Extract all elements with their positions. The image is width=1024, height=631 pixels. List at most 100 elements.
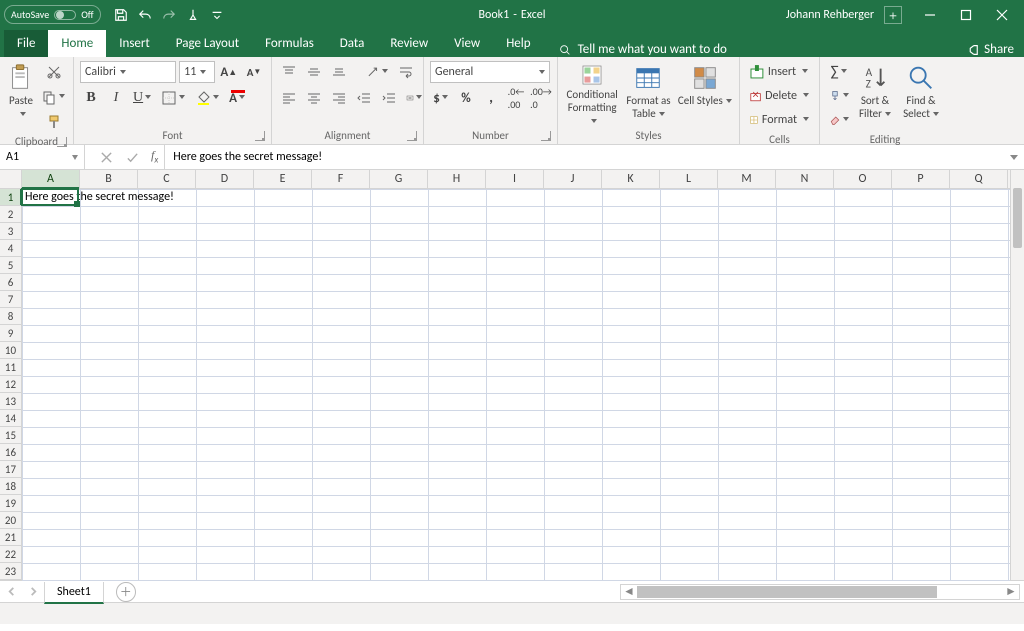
enter-formula-button[interactable] <box>119 145 145 169</box>
decrease-font-button[interactable]: A▼ <box>243 61 265 83</box>
row-header-12[interactable]: 12 <box>0 376 21 393</box>
row-header-5[interactable]: 5 <box>0 257 21 274</box>
col-header-A[interactable]: A <box>22 170 80 188</box>
tab-formulas[interactable]: Formulas <box>252 30 327 57</box>
vertical-scrollbar[interactable] <box>1010 170 1024 580</box>
col-header-H[interactable]: H <box>428 170 486 188</box>
row-header-18[interactable]: 18 <box>0 478 21 495</box>
font-size-combo[interactable]: 11 <box>179 61 214 83</box>
col-header-G[interactable]: G <box>370 170 428 188</box>
tab-page-layout[interactable]: Page Layout <box>163 30 252 57</box>
align-bottom-button[interactable] <box>328 61 350 83</box>
customize-qat-button[interactable] <box>209 7 225 23</box>
row-header-3[interactable]: 3 <box>0 223 21 240</box>
comma-format-button[interactable]: , <box>480 87 502 109</box>
insert-function-button[interactable]: fx <box>145 148 164 165</box>
tab-data[interactable]: Data <box>327 30 378 57</box>
tab-file[interactable]: File <box>4 30 48 57</box>
row-header-8[interactable]: 8 <box>0 308 21 325</box>
clear-button[interactable] <box>826 109 852 131</box>
font-dialog-launcher[interactable] <box>255 131 265 141</box>
autosum-button[interactable]: ∑ <box>826 61 852 83</box>
conditional-formatting-button[interactable]: Conditional Formatting <box>564 61 620 127</box>
italic-button[interactable]: I <box>105 87 127 109</box>
new-sheet-button[interactable]: ＋ <box>116 582 136 602</box>
col-header-F[interactable]: F <box>312 170 370 188</box>
fill-color-button[interactable] <box>192 87 223 109</box>
expand-formula-bar-button[interactable] <box>1004 145 1024 169</box>
tell-me-search[interactable]: Tell me what you want to do <box>558 42 727 57</box>
worksheet-grid[interactable]: ABCDEFGHIJKLMNOPQ 1234567891011121314151… <box>0 170 1024 580</box>
align-center-button[interactable] <box>303 87 325 109</box>
col-header-O[interactable]: O <box>834 170 892 188</box>
autosave-toggle[interactable]: AutoSave Off <box>4 5 101 24</box>
number-dialog-launcher[interactable] <box>541 131 551 141</box>
row-header-14[interactable]: 14 <box>0 410 21 427</box>
name-box-dropdown[interactable] <box>72 155 78 160</box>
tab-review[interactable]: Review <box>377 30 441 57</box>
sort-filter-button[interactable]: AZ Sort & Filter <box>852 61 898 127</box>
underline-button[interactable]: U <box>130 87 155 109</box>
save-button[interactable] <box>113 7 129 23</box>
row-header-4[interactable]: 4 <box>0 240 21 257</box>
percent-format-button[interactable]: % <box>455 87 477 109</box>
sheet-nav-prev[interactable] <box>4 585 18 599</box>
share-button[interactable]: Share <box>955 42 1024 57</box>
horizontal-scrollbar[interactable]: ◄► <box>620 584 1020 600</box>
accounting-format-button[interactable]: $ <box>430 87 452 109</box>
close-button[interactable] <box>984 0 1020 29</box>
col-header-N[interactable]: N <box>776 170 834 188</box>
decrease-indent-button[interactable] <box>353 87 375 109</box>
maximize-button[interactable] <box>948 0 984 29</box>
col-header-D[interactable]: D <box>196 170 254 188</box>
tab-help[interactable]: Help <box>493 30 543 57</box>
cancel-formula-button[interactable] <box>93 145 119 169</box>
col-header-E[interactable]: E <box>254 170 312 188</box>
row-header-10[interactable]: 10 <box>0 342 21 359</box>
align-right-button[interactable] <box>328 87 350 109</box>
formula-input[interactable] <box>165 145 1004 169</box>
align-top-button[interactable] <box>278 61 300 83</box>
row-header-15[interactable]: 15 <box>0 427 21 444</box>
col-header-I[interactable]: I <box>486 170 544 188</box>
row-header-21[interactable]: 21 <box>0 529 21 546</box>
minimize-button[interactable] <box>912 0 948 29</box>
redo-button[interactable] <box>161 7 177 23</box>
align-left-button[interactable] <box>278 87 300 109</box>
row-header-7[interactable]: 7 <box>0 291 21 308</box>
borders-button[interactable] <box>158 87 189 109</box>
tab-view[interactable]: View <box>441 30 493 57</box>
font-color-button[interactable]: A <box>226 87 249 109</box>
paste-button[interactable]: Paste <box>6 61 36 127</box>
select-all-corner[interactable] <box>0 170 22 189</box>
delete-cells-button[interactable]: Delete <box>746 85 813 107</box>
copy-button[interactable] <box>38 86 69 108</box>
increase-indent-button[interactable] <box>378 87 400 109</box>
merge-center-button[interactable] <box>403 87 425 109</box>
col-header-L[interactable]: L <box>660 170 718 188</box>
format-painter-button[interactable] <box>43 111 65 133</box>
touch-mouse-mode-button[interactable] <box>185 7 201 23</box>
row-header-6[interactable]: 6 <box>0 274 21 291</box>
tab-insert[interactable]: Insert <box>106 30 163 57</box>
align-middle-button[interactable] <box>303 61 325 83</box>
row-header-1[interactable]: 1 <box>0 189 21 206</box>
insert-cells-button[interactable]: Insert <box>746 61 813 83</box>
increase-font-button[interactable]: A▲ <box>218 61 240 83</box>
cell-styles-button[interactable]: Cell Styles <box>677 61 733 127</box>
col-header-C[interactable]: C <box>138 170 196 188</box>
col-header-P[interactable]: P <box>892 170 950 188</box>
col-header-Q[interactable]: Q <box>950 170 1008 188</box>
col-header-M[interactable]: M <box>718 170 776 188</box>
row-header-17[interactable]: 17 <box>0 461 21 478</box>
clipboard-dialog-launcher[interactable] <box>57 137 67 147</box>
user-name[interactable]: Johann Rehberger <box>786 8 874 22</box>
col-header-J[interactable]: J <box>544 170 602 188</box>
orientation-button[interactable] <box>362 61 392 83</box>
font-name-combo[interactable]: Calibri <box>80 61 176 83</box>
alignment-dialog-launcher[interactable] <box>407 131 417 141</box>
bold-button[interactable]: B <box>80 87 102 109</box>
format-cells-button[interactable]: Format <box>746 109 813 131</box>
ribbon-display-options[interactable] <box>884 6 902 24</box>
col-header-B[interactable]: B <box>80 170 138 188</box>
